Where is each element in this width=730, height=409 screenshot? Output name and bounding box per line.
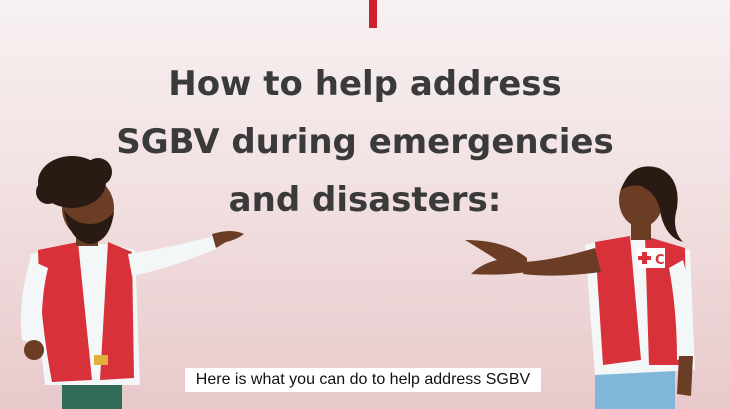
subtitle-caption: Here is what you can do to help address … bbox=[185, 368, 541, 392]
top-accent-bar bbox=[369, 0, 377, 28]
badge-text: C bbox=[655, 253, 665, 268]
title-line-1: How to help address bbox=[168, 64, 562, 104]
